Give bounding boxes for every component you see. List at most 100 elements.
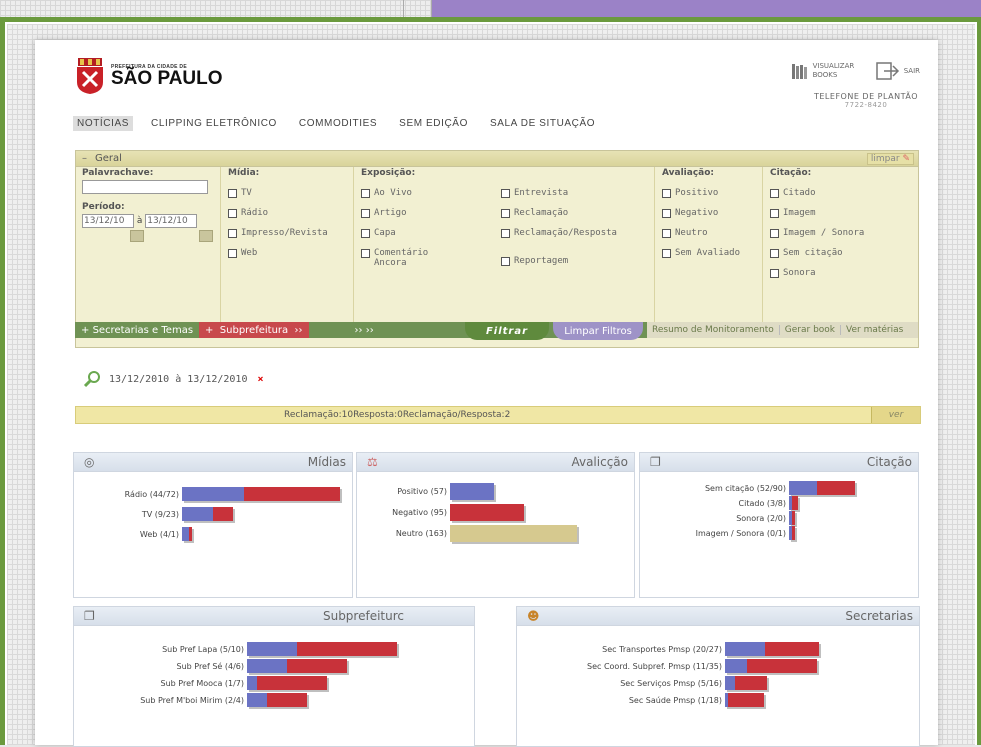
- remove-filter-button[interactable]: ×: [257, 374, 263, 385]
- filtrar-button[interactable]: Filtrar: [465, 322, 549, 340]
- bar-row[interactable]: Negativo (95): [357, 504, 525, 521]
- bar-row[interactable]: Sub Pref Lapa (5/10): [74, 642, 397, 656]
- bar-row[interactable]: Sonora (2/0): [640, 511, 795, 525]
- bar-row[interactable]: Web (4/1): [74, 527, 192, 541]
- avaliacao-negativo-checkbox[interactable]: Negativo: [662, 208, 740, 218]
- bar-segment-red: [816, 481, 855, 495]
- bar-label: Neutro (163): [395, 529, 447, 538]
- exposicao-capa-checkbox[interactable]: Capa: [361, 228, 476, 238]
- bar-row[interactable]: Sec Coord. Subpref. Pmsp (11/35): [517, 659, 817, 673]
- bar-row[interactable]: Positivo (57): [357, 483, 495, 500]
- bar-row[interactable]: Sec Transportes Pmsp (20/27): [517, 642, 819, 656]
- logo[interactable]: PREFEITURA DA CIDADE DE SÃO PAULO: [75, 58, 223, 94]
- bar-segment: [450, 483, 495, 500]
- limpar-label: limpar: [870, 153, 900, 164]
- column-divider: [220, 167, 221, 327]
- exposicao-entrevista-checkbox[interactable]: Entrevista: [501, 188, 617, 198]
- bar-segment-red: [297, 642, 397, 656]
- bar-row[interactable]: Sec Saúde Pmsp (1/18): [517, 693, 764, 707]
- date-to-input[interactable]: 13/12/10: [145, 214, 198, 228]
- bar-label: Positivo (57): [397, 487, 447, 496]
- date-from-input[interactable]: 13/12/10: [82, 214, 134, 228]
- nav-clipping[interactable]: CLIPPING ELETRÔNICO: [147, 116, 281, 131]
- nav-commodities[interactable]: COMMODITIES: [295, 116, 381, 131]
- avaliacao-panel: ⚖ Avalicção Positivo (57) Negativo (95) Neu…: [356, 452, 635, 598]
- exposicao-reclamacao-checkbox[interactable]: Reclamação: [501, 208, 617, 218]
- tab-subprefeitura[interactable]: + Subprefeitura ››: [199, 322, 309, 338]
- citacao-imagem-sonora-checkbox[interactable]: Imagem / Sonora: [770, 228, 864, 238]
- tab-secretarias[interactable]: + Secretarias e Temas: [75, 325, 199, 336]
- checkbox-label: Artigo: [374, 208, 407, 218]
- bar-label: Sub Pref Lapa (5/10): [162, 644, 244, 654]
- ver-button[interactable]: ver: [871, 407, 920, 423]
- limpar-button[interactable]: limpar ✎: [866, 152, 914, 165]
- page: PREFEITURA DA CIDADE DE SÃO PAULO VISUAL…: [35, 40, 938, 747]
- tab-subprefeitura-label: Subprefeitura: [219, 324, 289, 336]
- tab-secretarias-label: Secretarias e Temas: [92, 324, 194, 336]
- avaliacao-sem-avaliado-checkbox[interactable]: Sem Avaliado: [662, 248, 740, 258]
- bar-row[interactable]: Sec Serviços Pmsp (5/16): [517, 676, 767, 690]
- exposicao-artigo-checkbox[interactable]: Artigo: [361, 208, 476, 218]
- exposicao-comentario-checkbox[interactable]: Comentário Ancora: [361, 248, 476, 268]
- bar-row[interactable]: Sub Pref Mooca (1/7): [74, 676, 327, 690]
- bar-label: Sonora (2/0): [736, 513, 786, 523]
- search-icon: [83, 371, 100, 388]
- logo-big-text: SÃO PAULO: [111, 68, 223, 89]
- bar-row[interactable]: Sub Pref Sé (4/6): [74, 659, 347, 673]
- visualizar-books-button[interactable]: VISUALIZAR BOOKS: [791, 62, 857, 80]
- midia-radio-checkbox[interactable]: Rádio: [228, 208, 328, 218]
- citacao-imagem-checkbox[interactable]: Imagem: [770, 208, 864, 218]
- resumo-link[interactable]: Resumo de Monitoramento: [647, 325, 779, 335]
- midia-tv-checkbox[interactable]: TV: [228, 188, 328, 198]
- midia-web-checkbox[interactable]: Web: [228, 248, 328, 258]
- bar-label: Sub Pref M'boi Mirim (2/4): [140, 695, 244, 705]
- checkbox-label: Impresso/Revista: [241, 228, 328, 238]
- collapse-button[interactable]: –: [82, 153, 87, 164]
- calendar-icon[interactable]: [198, 230, 213, 242]
- nav-sem-edicao[interactable]: SEM EDIÇÃO: [395, 116, 472, 131]
- citacao-citado-checkbox[interactable]: Citado: [770, 188, 864, 198]
- ver-materias-link[interactable]: Ver matérias: [840, 325, 908, 335]
- checkbox-label: Imagem / Sonora: [783, 228, 865, 238]
- exposicao-reclamacao-resposta-checkbox[interactable]: Reclamação/Resposta: [501, 228, 617, 238]
- avaliacao-positivo-checkbox[interactable]: Positivo: [662, 188, 740, 198]
- citacao-sem-citacao-checkbox[interactable]: Sem citação: [770, 248, 864, 258]
- window-icon: ❐: [84, 609, 95, 623]
- bar-row[interactable]: TV (9/23): [74, 507, 233, 521]
- exposicao-reportagem-checkbox[interactable]: Reportagem: [501, 256, 617, 266]
- nav-sala-situacao[interactable]: SALA DE SITUAÇÃO: [486, 116, 599, 131]
- summary-bar: Reclamação:10Resposta:0Reclamação/Respos…: [75, 406, 921, 424]
- city-crest-icon: [75, 58, 105, 94]
- nav-noticias[interactable]: NOTÍCIAS: [73, 116, 134, 131]
- main-nav: NOTÍCIAS CLIPPING ELETRÔNICO COMMODITIES…: [73, 116, 613, 131]
- limpar-filtros-button[interactable]: Limpar Filtros: [553, 322, 643, 340]
- bar-row[interactable]: Imagem / Sonora (0/1): [640, 526, 795, 540]
- citacao-sonora-checkbox[interactable]: Sonora: [770, 268, 864, 278]
- telefone-label: TELEFONE DE PLANTÃO: [813, 92, 918, 101]
- checkbox-label: Sonora: [783, 268, 816, 278]
- checkbox-label: Imagem: [783, 208, 816, 218]
- bar-label: TV (9/23): [141, 509, 179, 519]
- bar-row[interactable]: Sem citação (52/90): [640, 481, 855, 495]
- midias-panel: ◎ Mídias Rádio (44/72) TV (9/23) Web (4/1): [73, 452, 353, 598]
- sair-button[interactable]: SAIR: [875, 62, 920, 80]
- calendar-icon[interactable]: [130, 230, 144, 242]
- bar-row[interactable]: Neutro (163): [357, 525, 578, 542]
- column-divider: [654, 167, 655, 327]
- exposicao-ao-vivo-checkbox[interactable]: Ao Vivo: [361, 188, 476, 198]
- exposicao-title: Exposição:: [361, 168, 416, 178]
- bar-row[interactable]: Citado (3/8): [640, 496, 798, 510]
- avaliacao-neutro-checkbox[interactable]: Neutro: [662, 228, 740, 238]
- bar-segment-red: [188, 527, 192, 541]
- panel-title: Secretarias: [845, 609, 913, 623]
- bar-segment-blue: [725, 659, 747, 673]
- midia-impresso-checkbox[interactable]: Impresso/Revista: [228, 228, 328, 238]
- gerar-book-link[interactable]: Gerar book: [778, 325, 840, 335]
- bar-label: Sec Transportes Pmsp (20/27): [602, 644, 722, 654]
- checkbox-label: Citado: [783, 188, 816, 198]
- palavrachave-input[interactable]: [82, 180, 208, 194]
- bar-row[interactable]: Sub Pref M'boi Mirim (2/4): [74, 693, 307, 707]
- citacao-column: Citação: Citado Imagem Imagem / Sonora S…: [770, 168, 864, 288]
- bar-label: Sub Pref Sé (4/6): [176, 661, 244, 671]
- bar-row[interactable]: Rádio (44/72): [74, 487, 341, 501]
